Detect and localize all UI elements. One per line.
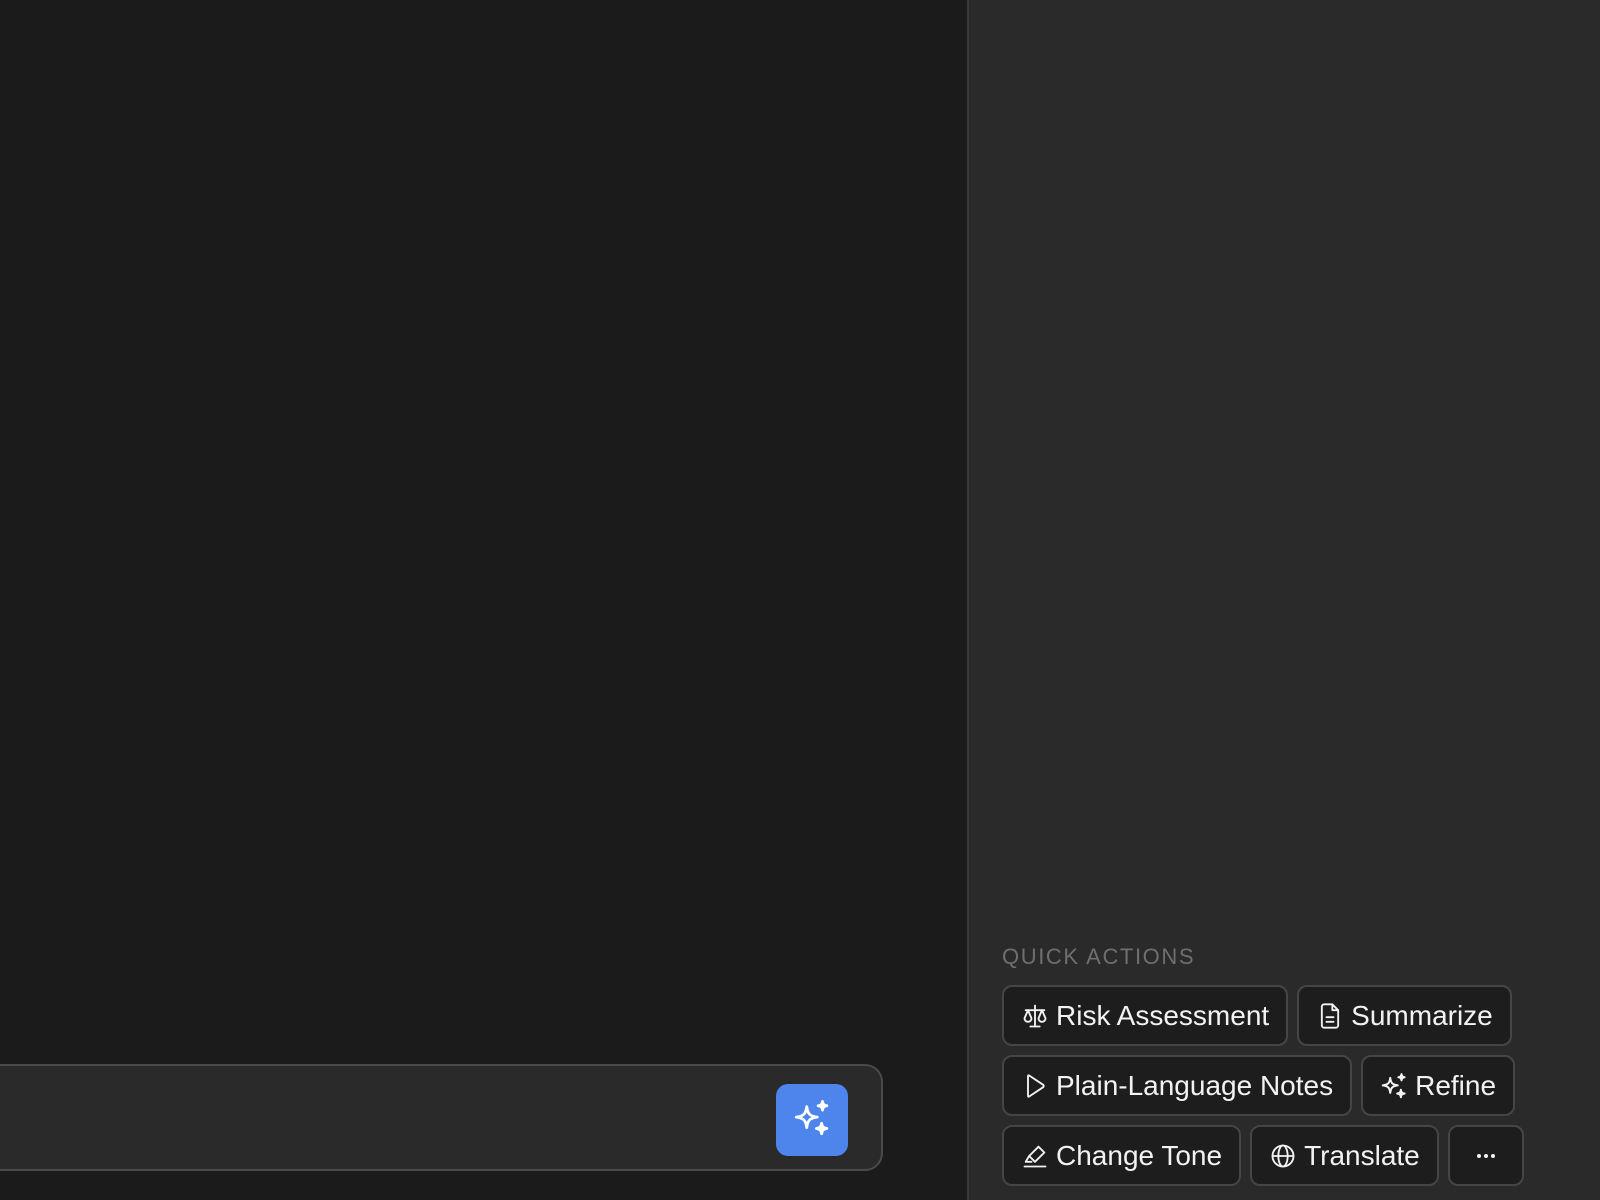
risk-assessment-button[interactable]: Risk Assessment (1002, 985, 1289, 1046)
plain-language-notes-button[interactable]: Plain-Language Notes (1002, 1055, 1353, 1116)
translate-button[interactable]: Translate (1250, 1125, 1439, 1186)
change-tone-button[interactable]: Change Tone (1002, 1125, 1242, 1186)
refine-button[interactable]: Refine (1361, 1055, 1516, 1116)
quick-actions: QUICK ACTIONS Risk Assessment Summarize (1002, 940, 1582, 1195)
globe-icon (1268, 1141, 1298, 1171)
quick-actions-row: Change Tone Translate (1002, 1125, 1582, 1186)
highlighter-icon (1020, 1141, 1050, 1171)
sparkle-icon (791, 1097, 833, 1144)
summarize-button[interactable]: Summarize (1297, 985, 1512, 1046)
summarize-label: Summarize (1351, 999, 1493, 1031)
risk-assessment-label: Risk Assessment (1056, 999, 1270, 1031)
play-icon (1020, 1071, 1050, 1101)
plain-language-notes-label: Plain-Language Notes (1056, 1069, 1334, 1101)
more-icon (1471, 1141, 1501, 1171)
document-icon (1315, 1001, 1345, 1031)
quick-actions-heading: QUICK ACTIONS (1002, 944, 1196, 969)
composer-input[interactable] (22, 1096, 762, 1140)
quick-actions-row: Risk Assessment Summarize (1002, 985, 1582, 1046)
refine-label: Refine (1415, 1069, 1497, 1101)
ai-submit-button[interactable] (776, 1084, 848, 1156)
more-actions-button[interactable] (1447, 1125, 1524, 1186)
scale-icon (1020, 1001, 1050, 1031)
translate-label: Translate (1304, 1139, 1420, 1171)
composer[interactable] (0, 1064, 883, 1171)
quick-actions-row: Plain-Language Notes Refine (1002, 1055, 1582, 1116)
main-panel (0, 0, 968, 1200)
sparkle-icon (1379, 1071, 1409, 1101)
change-tone-label: Change Tone (1056, 1139, 1223, 1171)
